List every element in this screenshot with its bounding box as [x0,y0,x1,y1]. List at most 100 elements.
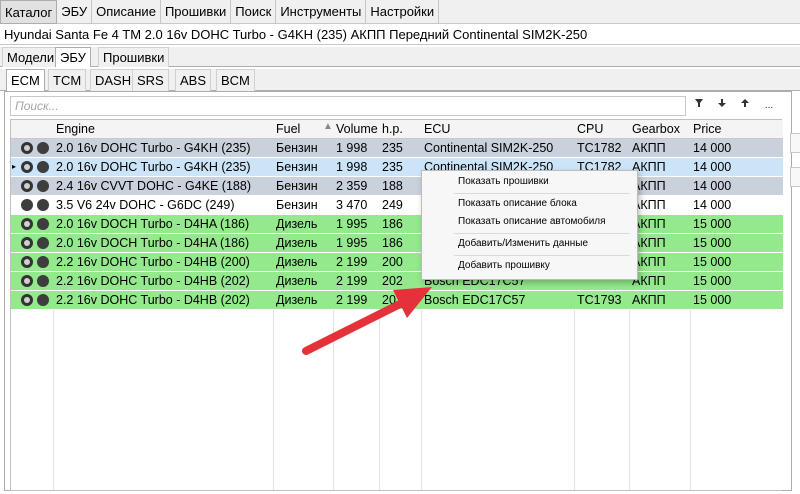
cell-fuel: Бензин [276,179,318,193]
cell-hp: 202 [382,274,403,288]
cell-hp: 188 [382,179,403,193]
column-header-fuel[interactable]: Fuel [273,120,300,139]
description-status-icon [37,256,49,268]
cell-gearbox: АКПП [632,198,666,212]
cell-gearbox: АКПП [632,236,666,250]
column-header-volume[interactable]: Volume [333,120,378,139]
cell-cpu: TC1793 [577,293,622,307]
column-header-cpu[interactable]: CPU [574,120,603,139]
cell-engine: 2.2 16v DOHC Turbo - D4HB (202) [56,274,250,288]
cell-volume: 2 199 [336,293,368,307]
cell-engine: 2.0 16v DOCH Turbo - D4HA (186) [56,236,250,250]
table-row[interactable]: 2.2 16v DOHC Turbo - D4HB (202) Дизель 2 1… [11,272,783,291]
tab-tcm[interactable]: TCM [48,69,87,91]
cell-engine: 2.0 16v DOCH Turbo - D4HA (186) [56,217,250,231]
column-header-gearbox[interactable]: Gearbox [629,120,680,139]
firmware-status-icon [21,161,33,173]
cell-price: 15 000 [693,236,732,250]
arrow-up-icon[interactable] [736,97,754,115]
cell-price: 14 000 [693,160,732,174]
tab-models[interactable]: Модели [2,47,60,67]
tab-srs[interactable]: SRS [132,69,169,91]
cell-volume: 2 199 [336,255,368,269]
current-row-indicator-icon: ▸ [12,162,17,171]
cell-volume: 2 199 [336,274,368,288]
column-header-price[interactable]: Price [690,120,721,139]
firmware-status-icon [21,294,33,306]
context-separator [454,255,630,256]
context-item-show-block-description[interactable]: Показать описание блока [422,195,637,213]
cell-hp: 202 [382,293,403,307]
tab-abs[interactable]: ABS [175,69,212,91]
cell-fuel: Дизель [276,293,318,307]
menu-catalog[interactable]: Каталог [0,0,58,24]
cell-hp: 235 [382,141,403,155]
more-button[interactable]: ... [760,97,778,115]
cell-fuel: Дизель [276,274,318,288]
cell-price: 15 000 [693,217,732,231]
table-row[interactable]: 2.2 16v DOHC Turbo - D4HB (200) Дизель 2 1… [11,253,783,272]
column-header-hp[interactable]: h.p. [379,120,403,139]
cell-fuel: Дизель [276,217,318,231]
menu-firmware[interactable]: Прошивки [161,0,232,24]
cell-engine: 2.2 16v DOHC Turbo - D4HB (202) [56,293,250,307]
table-header: Engine Fuel ▲ Volume h.p. ECU CPU Gearbo… [11,120,783,139]
cell-engine: 2.4 16v CVVT DOHC - G4KE (188) [56,179,251,193]
description-status-icon [37,294,49,306]
menu-settings[interactable]: Настройки [366,0,440,24]
description-status-icon [37,161,49,173]
tab-bcm[interactable]: BCM [216,69,255,91]
description-status-icon [37,237,49,249]
tab-ecm[interactable]: ECM [6,69,45,91]
cell-fuel: Бензин [276,141,318,155]
table-row[interactable]: 2.2 16v DOHC Turbo - D4HB (202) Дизель 2 1… [11,291,783,310]
table-row[interactable]: 2.0 16v DOCH Turbo - D4HA (186) Дизель 1 9… [11,215,783,234]
cell-fuel: Бензин [276,198,318,212]
cell-price: 15 000 [693,255,732,269]
table-row[interactable]: ▸ 2.0 16v DOHC Turbo - G4KH (235) Бензин 1 … [11,158,783,177]
main-tabs: Модели ЭБУ Прошивки [0,47,800,67]
side-button[interactable] [790,167,800,187]
menu-tools[interactable]: Инструменты [276,0,367,24]
cell-volume: 1 995 [336,236,368,250]
firmware-status-icon [21,256,33,268]
menu-ecu[interactable]: ЭБУ [57,0,93,24]
tab-dash[interactable]: DASH [90,69,137,91]
cell-volume: 2 359 [336,179,368,193]
description-status-icon [37,275,49,287]
cell-price: 15 000 [693,293,732,307]
table-row[interactable]: 2.4 16v CVVT DOHC - G4KE (188) Бензин 2 35… [11,177,783,196]
cell-gearbox: АКПП [632,141,666,155]
cell-ecu: Continental SIM2K-250 [424,141,554,155]
column-header-ecu[interactable]: ECU [421,120,450,139]
menu-description[interactable]: Описание [92,0,161,24]
context-item-show-firmware[interactable]: Показать прошивки [422,173,637,191]
menu-search[interactable]: Поиск [231,0,277,24]
tab-ecu[interactable]: ЭБУ [55,47,91,67]
table-row[interactable]: 3.5 V6 24v DOHC - G6DC (249) Бензин 3 470 2… [11,196,783,215]
cell-engine: 2.0 16v DOHC Turbo - G4KH (235) [56,160,251,174]
arrow-down-icon[interactable] [713,97,731,115]
cell-hp: 235 [382,160,403,174]
cell-hp: 249 [382,198,403,212]
table-row[interactable]: 2.0 16v DOCH Turbo - D4HA (186) Дизель 1 9… [11,234,783,253]
cell-ecu: Bosch EDC17C57 [424,293,526,307]
table-row[interactable]: 2.0 16v DOHC Turbo - G4KH (235) Бензин 1 9… [11,139,783,158]
context-item-add-firmware[interactable]: Добавить прошивку [422,257,637,275]
filter-icon[interactable] [690,97,708,115]
vehicle-title: Hyundai Santa Fe 4 TM 2.0 16v DOHC Turbo… [0,25,800,45]
cell-gearbox: АКПП [632,217,666,231]
search-input[interactable]: Поиск... [10,96,686,116]
cell-engine: 3.5 V6 24v DOHC - G6DC (249) [56,198,235,212]
context-item-add-edit-data[interactable]: Добавить/Изменить данные [422,235,637,253]
side-button[interactable] [790,133,800,153]
ecu-table: Engine Fuel ▲ Volume h.p. ECU CPU Gearbo… [10,119,783,491]
context-item-show-car-description[interactable]: Показать описание автомобиля [422,213,637,231]
firmware-status-icon [21,180,33,192]
description-status-icon [37,218,49,230]
cell-price: 15 000 [693,274,732,288]
cell-price: 14 000 [693,179,732,193]
cell-engine: 2.2 16v DOHC Turbo - D4HB (200) [56,255,250,269]
tab-firmware[interactable]: Прошивки [98,47,170,67]
column-header-engine[interactable]: Engine [53,120,95,139]
